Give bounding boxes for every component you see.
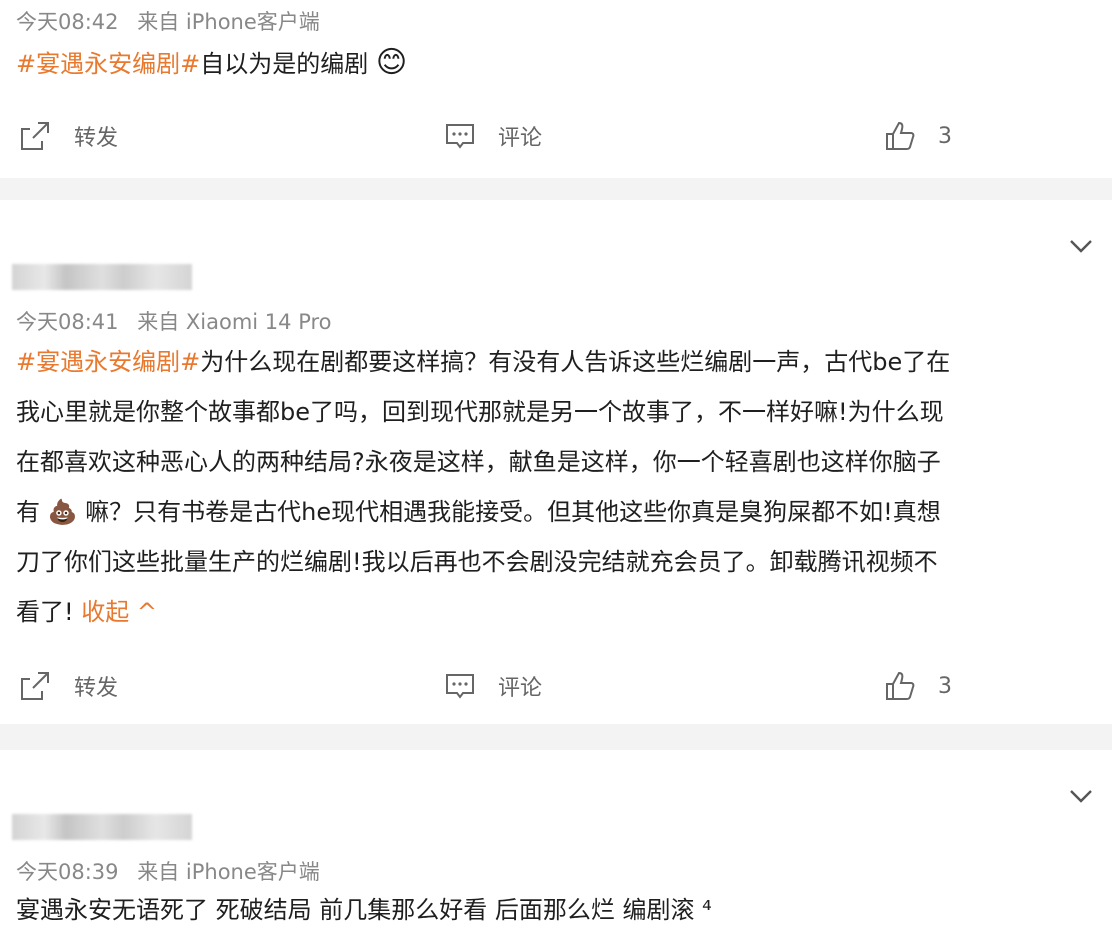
- chevron-down-icon[interactable]: [1068, 238, 1094, 254]
- repost-icon: [21, 122, 49, 150]
- text-line: #宴遇永安编剧#为什么现在剧都要这样搞？有没有人告诉这些烂编剧一声，古代be了在: [16, 348, 951, 376]
- post-time: 今天08:39: [16, 860, 119, 884]
- comment-icon: [446, 674, 474, 699]
- post-body: 自以为是的编剧: [200, 50, 369, 78]
- repost-label: 转发: [74, 676, 119, 701]
- collapse-link[interactable]: 收起 ^: [81, 598, 157, 626]
- repost-button[interactable]: 转发: [18, 116, 118, 156]
- text-line: 我心里就是你整个故事都be了吗，回到现代那就是另一个故事了，不一样好嘛!为什么现: [16, 398, 944, 426]
- post-source: 来自 iPhone客户端: [137, 10, 320, 34]
- comment-label: 评论: [498, 126, 543, 151]
- repost-icon: [21, 672, 49, 700]
- text-line: 有 💩 嘛？只有书卷是古代he现代相遇我能接受。但其他这些你真是臭狗屎都不如!真…: [16, 498, 941, 526]
- post-time: 今天08:41: [16, 310, 119, 334]
- text-line: 在都喜欢这种恶心人的两种结局?永夜是这样，献鱼是这样，你一个轻喜剧也这样你脑子: [16, 448, 941, 476]
- text-line: 看了! 收起 ^: [16, 598, 158, 626]
- like-count: 3: [938, 123, 952, 149]
- post-meta: 今天08:41 来自 Xiaomi 14 Pro: [16, 306, 344, 336]
- chevron-down-icon[interactable]: [1068, 788, 1094, 804]
- post-meta: 今天08:39 来自 iPhone客户端: [16, 856, 332, 886]
- post-actions: 转发 评论 3: [0, 666, 1112, 706]
- smile-emoji: 😊: [375, 45, 408, 80]
- post-text: #宴遇永安编剧#为什么现在剧都要这样搞？有没有人告诉这些烂编剧一声，古代be了在…: [16, 344, 1096, 631]
- comment-label: 评论: [498, 676, 543, 701]
- post-card-1: 今天08:42 来自 iPhone客户端 #宴遇永安编剧#自以为是的编剧 😊 转…: [0, 0, 1112, 178]
- blurred-username: [12, 264, 192, 290]
- like-button[interactable]: 3: [884, 116, 952, 156]
- comment-button[interactable]: 评论: [444, 116, 542, 156]
- post-card-2: 今天08:41 来自 Xiaomi 14 Pro #宴遇永安编剧#为什么现在剧都…: [0, 200, 1112, 724]
- like-icon: [886, 121, 915, 150]
- blurred-username: [12, 814, 192, 840]
- post-actions: 转发 评论 3: [0, 116, 1112, 156]
- like-button[interactable]: 3: [884, 666, 952, 706]
- hashtag-link[interactable]: #宴遇永安编剧#: [16, 348, 200, 376]
- like-icon: [886, 671, 915, 700]
- repost-label: 转发: [74, 126, 119, 151]
- separator: [0, 178, 1112, 200]
- separator: [0, 724, 1112, 750]
- post-time: 今天08:42: [16, 10, 119, 34]
- hashtag-link[interactable]: #宴遇永安编剧#: [16, 50, 200, 78]
- post-text: #宴遇永安编剧#自以为是的编剧 😊: [16, 44, 1096, 83]
- post-card-3: 今天08:39 来自 iPhone客户端 宴遇永安无语死了 死破结局 前几集那么…: [0, 750, 1112, 950]
- repost-button[interactable]: 转发: [18, 666, 118, 706]
- like-count: 3: [938, 673, 952, 699]
- post-source: 来自 Xiaomi 14 Pro: [137, 310, 332, 334]
- text-fade-overlay: [800, 896, 1100, 926]
- poop-emoji: 💩: [47, 498, 78, 526]
- post-source: 来自 iPhone客户端: [137, 860, 320, 884]
- post-meta: 今天08:42 来自 iPhone客户端: [16, 6, 332, 36]
- text-line: 刀了你们这些批量生产的烂编剧!我以后再也不会剧没完结就充会员了。卸载腾讯视频不: [16, 548, 938, 576]
- comment-button[interactable]: 评论: [444, 666, 542, 706]
- comment-icon: [446, 124, 474, 149]
